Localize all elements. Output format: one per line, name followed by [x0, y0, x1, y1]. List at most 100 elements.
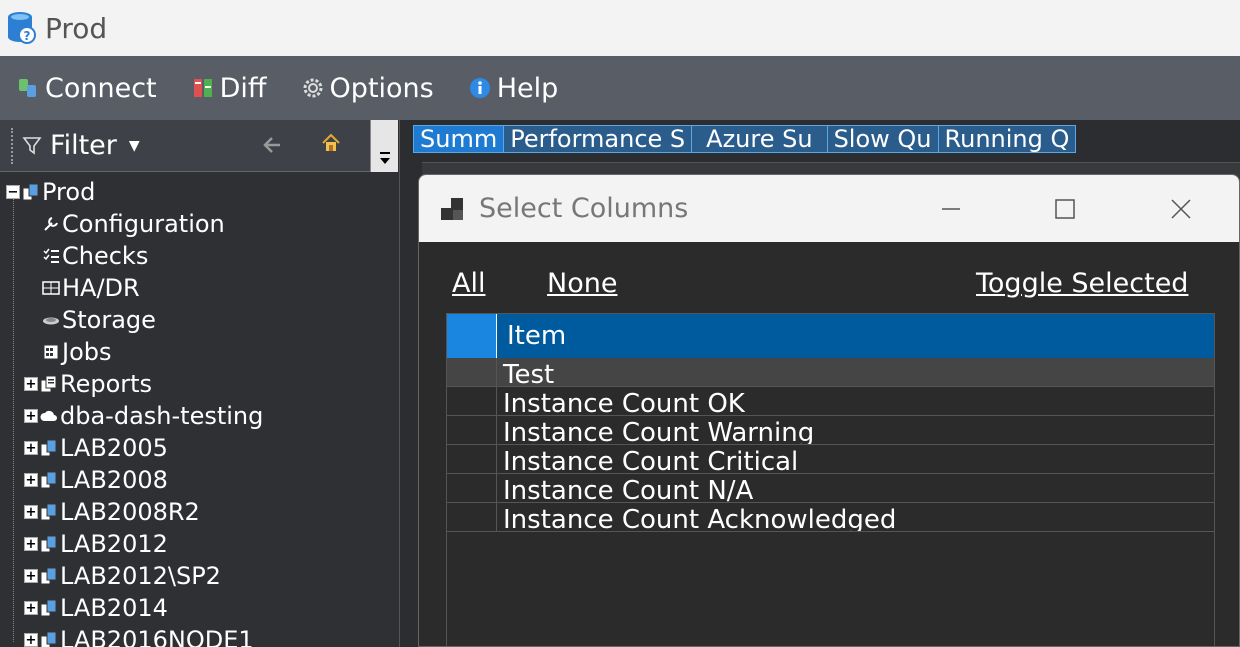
info-icon	[469, 77, 491, 99]
maximize-icon[interactable]	[1045, 189, 1085, 229]
tree-node-label: LAB2012	[60, 530, 168, 558]
dialog-title: Select Columns	[479, 193, 689, 224]
row-header[interactable]	[447, 387, 497, 415]
tree-node-label: Configuration	[62, 210, 225, 238]
expand-icon[interactable]: +	[24, 505, 38, 519]
diff-label: Diff	[219, 72, 267, 104]
tree-node-lab2016node1[interactable]: + LAB2016NODE1	[24, 624, 254, 647]
diff-menu[interactable]: Diff	[192, 73, 267, 104]
tab-azure-summary[interactable]: Azure Su	[692, 126, 828, 152]
home-icon[interactable]	[320, 132, 342, 154]
tab-summary[interactable]: Summ	[414, 126, 505, 152]
diff-icon	[192, 77, 214, 99]
dialog-title-bar: Select Columns	[419, 175, 1239, 242]
tree-node-lab2008[interactable]: + LAB2008	[24, 464, 168, 496]
expand-icon[interactable]: +	[24, 601, 38, 615]
close-icon[interactable]	[1161, 189, 1201, 229]
row-header[interactable]	[447, 503, 497, 531]
tree-node-dba-dash-testing[interactable]: + dba-dash-testing	[24, 400, 263, 432]
svg-text:?: ?	[24, 29, 31, 43]
tree-node-lab2012[interactable]: + LAB2012	[24, 528, 168, 560]
expand-icon[interactable]: +	[24, 569, 38, 583]
expand-icon[interactable]: +	[24, 409, 38, 423]
tree-node-label: HA/DR	[62, 274, 140, 302]
collapse-icon[interactable]: −	[6, 185, 20, 199]
connect-menu[interactable]: Connect	[17, 73, 157, 104]
wrench-icon	[42, 215, 60, 233]
tree-node-jobs[interactable]: Jobs	[42, 336, 112, 368]
tree-node-lab2008r2[interactable]: + LAB2008R2	[24, 496, 200, 528]
help-menu[interactable]: Help	[469, 73, 558, 104]
tree-node-label: Checks	[62, 242, 149, 270]
tab-strip: Summ Performance S Azure Su Slow Qu Runn…	[413, 125, 1077, 153]
item-cell[interactable]: Test	[497, 358, 554, 386]
columns-grid: Item Test Instance Count OK Instance Cou…	[446, 313, 1215, 646]
tab-performance-summary[interactable]: Performance S	[504, 126, 693, 152]
row-header[interactable]	[447, 445, 497, 473]
filter-button[interactable]: Filter ▼	[22, 130, 140, 161]
expand-icon[interactable]: +	[24, 441, 38, 455]
item-column-header[interactable]: Item	[497, 314, 566, 358]
server-icon	[40, 503, 58, 521]
tab-running-queries[interactable]: Running Q	[939, 126, 1076, 152]
toolbar-grip[interactable]	[11, 128, 14, 164]
row-header[interactable]	[447, 416, 497, 444]
select-all-link[interactable]: All	[452, 268, 485, 299]
window-title: Prod	[45, 11, 108, 45]
row-header[interactable]	[447, 474, 497, 502]
selection-links: All None Toggle Selected	[452, 268, 1222, 304]
item-cell[interactable]: Instance Count N/A	[497, 474, 753, 502]
options-label: Options	[329, 72, 434, 104]
expand-icon[interactable]: +	[24, 377, 38, 391]
tree-node-label: LAB2014	[60, 594, 168, 622]
expand-icon[interactable]: +	[24, 537, 38, 551]
toolbar-overflow-button[interactable]	[370, 120, 398, 172]
tree-node-label: Jobs	[62, 338, 112, 366]
minimize-icon[interactable]	[931, 189, 971, 229]
toggle-selected-link[interactable]: Toggle Selected	[976, 268, 1188, 299]
checklist-icon	[42, 247, 60, 265]
navigation-panel: Filter ▼ − Prod Configuration Checks HA/…	[0, 120, 400, 647]
server-icon	[40, 535, 58, 553]
select-all-cell[interactable]	[447, 314, 497, 358]
expand-icon[interactable]: +	[24, 633, 38, 647]
server-icon	[40, 567, 58, 585]
tree-node-lab2014[interactable]: + LAB2014	[24, 592, 168, 624]
select-none-link[interactable]: None	[547, 268, 617, 299]
table-row[interactable]: Instance Count Critical	[447, 445, 1214, 474]
tree-node-reports[interactable]: + Reports	[24, 368, 152, 400]
item-cell[interactable]: Instance Count Acknowledged	[497, 503, 896, 531]
tree-node-label: LAB2012\SP2	[60, 562, 221, 590]
chevron-down-icon: ▼	[128, 137, 140, 154]
database-help-icon: ?	[7, 11, 37, 45]
expand-icon[interactable]: +	[24, 473, 38, 487]
tree-node-hadr[interactable]: HA/DR	[42, 272, 140, 304]
options-menu[interactable]: Options	[302, 73, 434, 104]
tree-node-lab2012-sp2[interactable]: + LAB2012\SP2	[24, 560, 221, 592]
select-columns-dialog: Select Columns All None Toggle Selected …	[418, 174, 1240, 647]
item-cell[interactable]: Instance Count OK	[497, 387, 745, 415]
columns-icon	[439, 194, 469, 224]
calendar-icon	[42, 343, 60, 361]
connect-label: Connect	[45, 72, 157, 104]
item-cell[interactable]: Instance Count Critical	[497, 445, 798, 473]
item-cell[interactable]: Instance Count Warning	[497, 416, 814, 444]
tree-node-label: Storage	[62, 306, 156, 334]
back-arrow-icon[interactable]	[260, 132, 286, 158]
tree-node-label: LAB2008R2	[60, 498, 200, 526]
table-row[interactable]: Instance Count OK	[447, 387, 1214, 416]
table-row[interactable]: Instance Count Warning	[447, 416, 1214, 445]
tree-node-checks[interactable]: Checks	[42, 240, 148, 272]
tree-node-storage[interactable]: Storage	[42, 304, 156, 336]
table-row[interactable]: Instance Count Acknowledged	[447, 503, 1214, 532]
table-row[interactable]: Test	[447, 358, 1214, 387]
row-header[interactable]	[447, 358, 497, 386]
tab-slow-queries[interactable]: Slow Qu	[828, 126, 939, 152]
tree-node-configuration[interactable]: Configuration	[42, 208, 225, 240]
table-row[interactable]: Instance Count N/A	[447, 474, 1214, 503]
tree-node-lab2005[interactable]: + LAB2005	[24, 432, 168, 464]
server-icon	[40, 471, 58, 489]
title-bar: ? Prod	[0, 0, 1240, 56]
tree-node-label: LAB2008	[60, 466, 168, 494]
tree-node-prod[interactable]: − Prod	[6, 176, 95, 208]
